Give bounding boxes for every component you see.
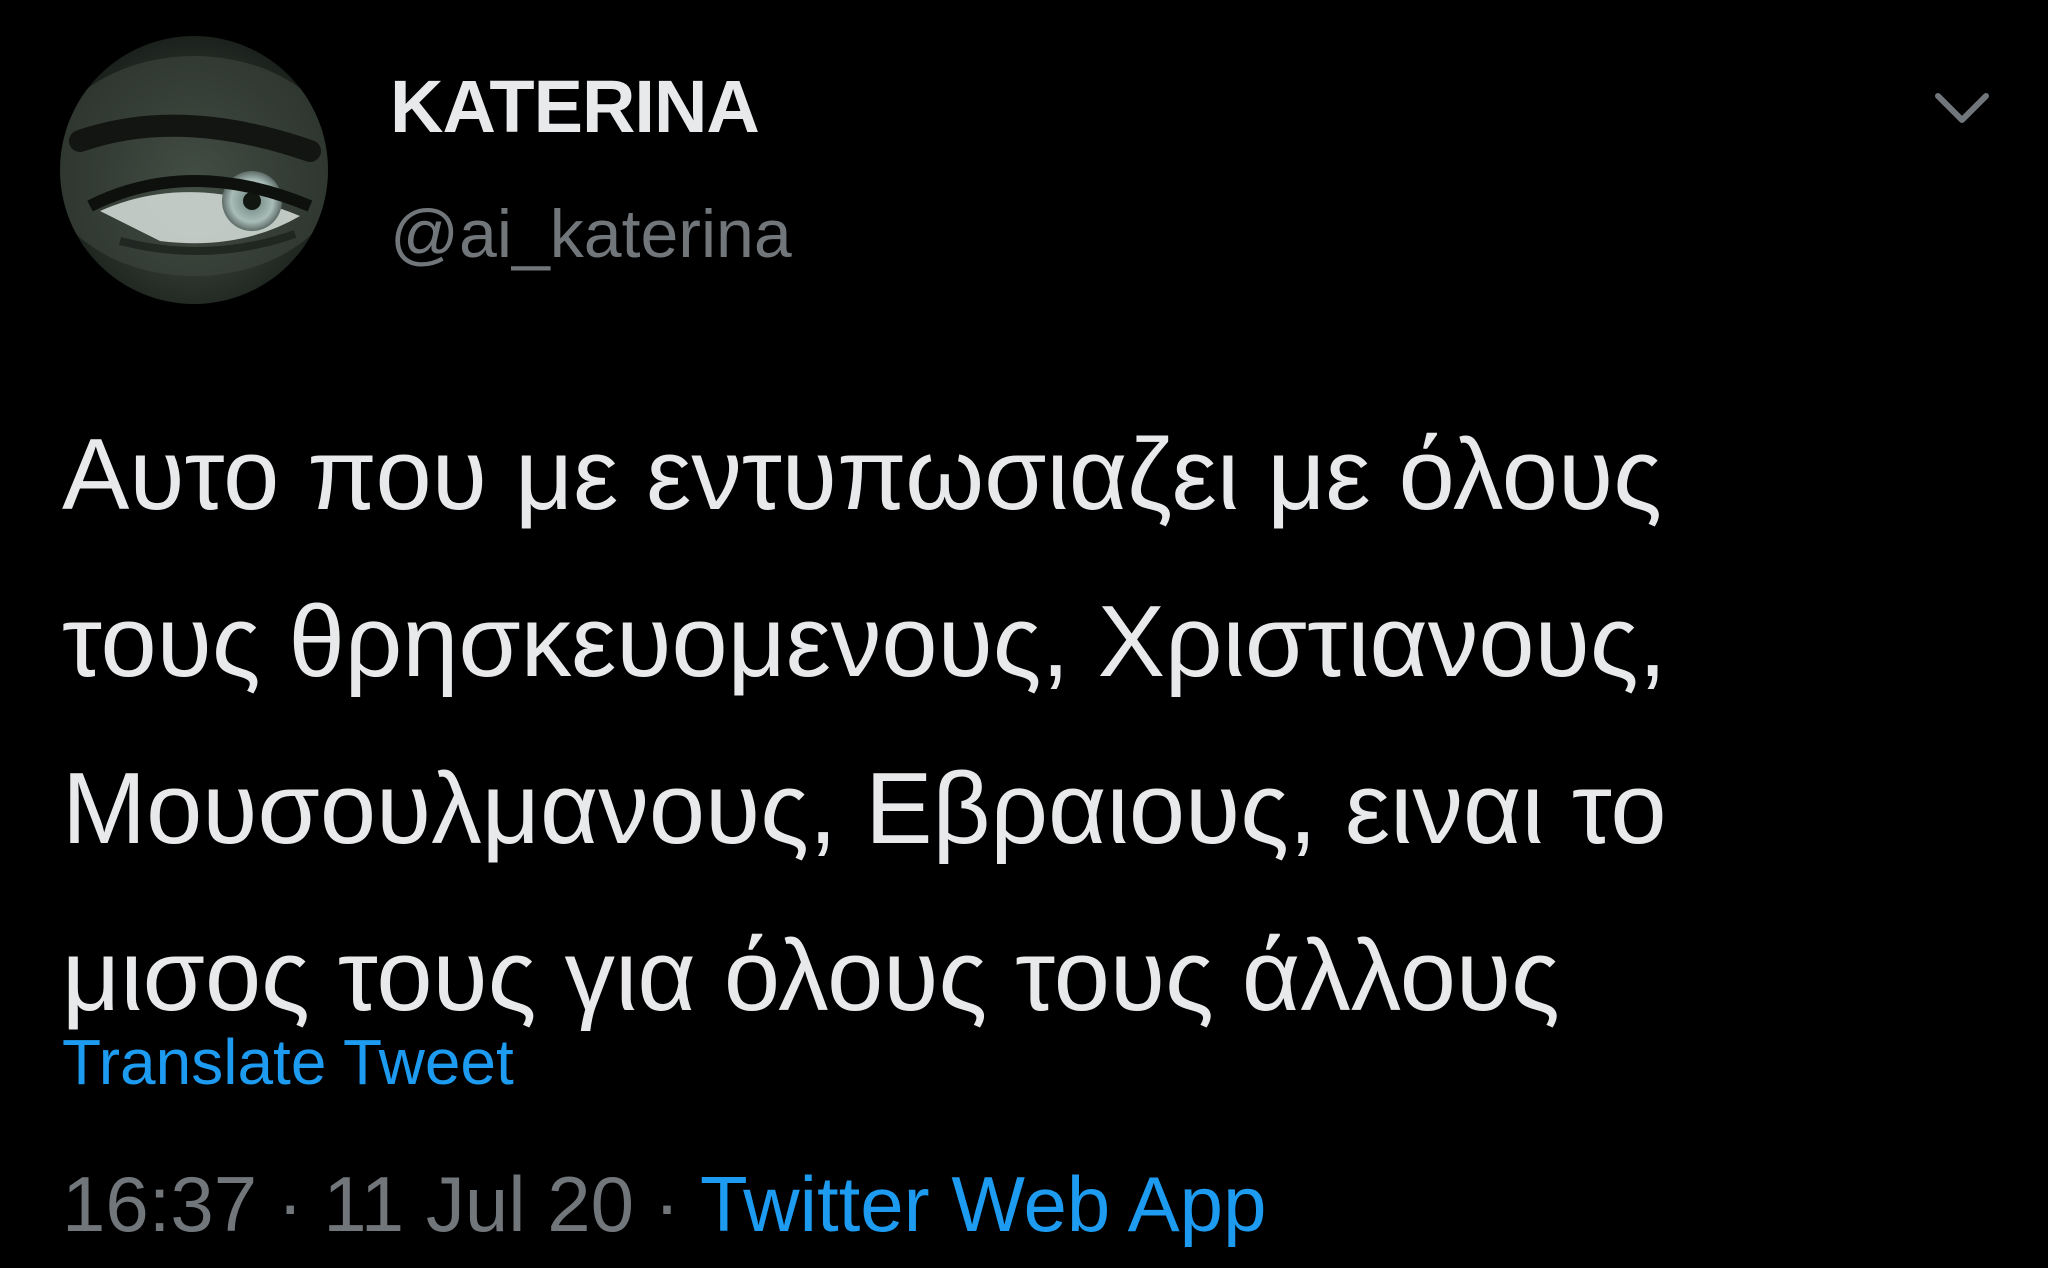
- chevron-down-icon[interactable]: [1930, 84, 1994, 132]
- tweet-time[interactable]: 16:37: [62, 1160, 257, 1248]
- meta-separator: ·: [277, 1160, 304, 1248]
- tweet-meta: 16:37 · 11 Jul 20 · Twitter Web App: [62, 1165, 1266, 1243]
- tweet-text: Αυτο που με εντυπωσιαζει με όλους τους θ…: [62, 419, 1667, 1032]
- tweet-source-link[interactable]: Twitter Web App: [700, 1160, 1267, 1248]
- tweet-date[interactable]: 11 Jul 20: [323, 1160, 634, 1248]
- display-name[interactable]: KATERINA: [390, 70, 760, 144]
- meta-separator: ·: [653, 1160, 680, 1248]
- tweet-card: KATERINA @ai_katerina Αυτο που με εντυπω…: [0, 0, 2048, 1268]
- translate-tweet-link[interactable]: Translate Tweet: [62, 1030, 514, 1094]
- eye-closeup-avatar-icon: [60, 56, 328, 276]
- user-handle[interactable]: @ai_katerina: [390, 200, 792, 268]
- avatar[interactable]: [60, 36, 328, 304]
